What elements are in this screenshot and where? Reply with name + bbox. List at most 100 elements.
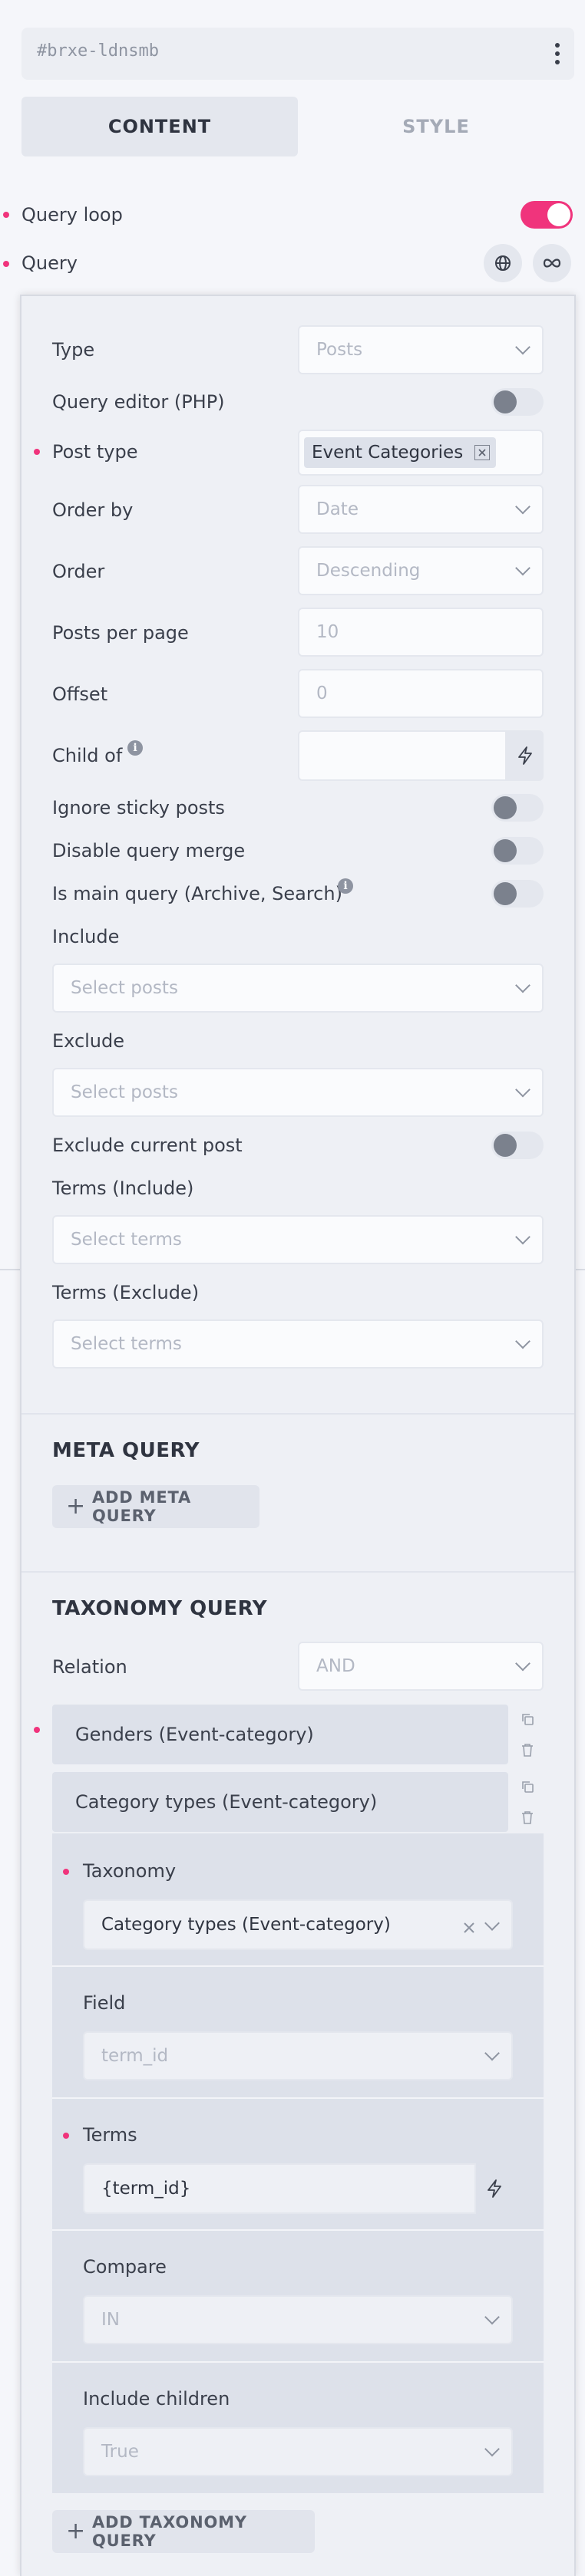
child-of-label: Child of [52, 745, 123, 766]
compare-value: IN [101, 2310, 120, 2330]
required-dot [63, 2133, 69, 2139]
chevron-down-icon [484, 2045, 500, 2061]
tab-content[interactable]: CONTENT [21, 97, 298, 156]
info-icon[interactable]: i [338, 878, 353, 894]
include-children-value: True [101, 2442, 139, 2462]
taxonomy-item[interactable]: Genders (Event-category) [52, 1705, 508, 1764]
chevron-down-icon [484, 1916, 500, 1931]
post-type-label: Post type [52, 441, 138, 463]
is-main-query-toggle[interactable] [491, 880, 544, 908]
plus-icon: + [66, 2518, 86, 2545]
divider [52, 1965, 544, 1967]
dynamic-data-button[interactable] [507, 730, 544, 781]
include-placeholder: Select posts [71, 978, 178, 998]
child-of-input[interactable] [298, 730, 507, 781]
tab-content-label: CONTENT [107, 116, 212, 137]
required-dot [3, 261, 9, 267]
terms-include-select[interactable]: Select terms [52, 1215, 544, 1264]
taxonomy-label: Taxonomy [83, 1860, 177, 1882]
exclude-select[interactable]: Select posts [52, 1068, 544, 1117]
include-label: Include [52, 926, 120, 947]
chevron-down-icon [515, 977, 530, 993]
compare-label: Compare [83, 2256, 167, 2278]
copy-icon[interactable] [514, 1774, 540, 1800]
query-loop-label: Query loop [21, 204, 123, 226]
compare-select[interactable]: IN [83, 2295, 513, 2344]
exclude-label: Exclude [52, 1030, 125, 1052]
relation-label: Relation [52, 1656, 127, 1678]
terms-exclude-select[interactable]: Select terms [52, 1319, 544, 1369]
terms-exclude-placeholder: Select terms [71, 1334, 182, 1354]
required-dot [34, 1727, 40, 1733]
taxonomy-select[interactable]: Category types (Event-category) [83, 1899, 513, 1950]
globe-icon[interactable] [484, 244, 522, 282]
relation-value: AND [316, 1656, 355, 1676]
post-type-select[interactable]: Event Categories [298, 430, 544, 476]
dynamic-data-button[interactable] [476, 2163, 513, 2214]
post-type-tag[interactable]: Event Categories [304, 437, 496, 468]
taxonomy-item[interactable]: Category types (Event-category) [52, 1772, 508, 1832]
add-meta-query-label: ADD META QUERY [92, 1488, 192, 1525]
offset-input[interactable]: 0 [298, 669, 544, 718]
required-dot [63, 1869, 69, 1875]
trash-icon[interactable] [514, 1804, 540, 1830]
query-label: Query [21, 252, 78, 274]
terms-label: Terms [83, 2124, 137, 2146]
terms-include-label: Terms (Include) [52, 1178, 194, 1199]
posts-per-page-label: Posts per page [52, 622, 189, 644]
order-by-select[interactable]: Date [298, 485, 544, 534]
post-type-tag-label: Event Categories [312, 443, 464, 463]
disable-merge-toggle[interactable] [491, 837, 544, 865]
add-taxonomy-query-button[interactable]: + ADD TAXONOMY QUERY [52, 2510, 315, 2553]
required-dot [3, 212, 9, 218]
order-by-value: Date [316, 499, 359, 519]
divider [52, 2097, 544, 2099]
bolt-icon [488, 2179, 501, 2198]
type-label: Type [52, 339, 95, 361]
tab-style[interactable]: STYLE [298, 97, 574, 156]
include-children-select[interactable]: True [83, 2427, 513, 2476]
chevron-down-icon [484, 2441, 500, 2457]
order-by-label: Order by [52, 499, 134, 521]
field-select[interactable]: term_id [83, 2031, 513, 2080]
posts-per-page-placeholder: 10 [316, 622, 339, 642]
divider [21, 1413, 574, 1415]
offset-placeholder: 0 [316, 684, 328, 703]
bolt-icon [518, 746, 532, 765]
taxonomy-query-title: TAXONOMY QUERY [52, 1597, 268, 1620]
close-icon[interactable] [474, 445, 490, 460]
relation-select[interactable]: AND [298, 1642, 544, 1691]
include-children-label: Include children [83, 2388, 230, 2410]
posts-per-page-input[interactable]: 10 [298, 608, 544, 657]
include-select[interactable]: Select posts [52, 964, 544, 1013]
infinity-icon[interactable] [533, 244, 571, 282]
copy-icon[interactable] [514, 1706, 540, 1732]
info-icon[interactable]: i [127, 740, 143, 756]
element-id: #brxe-ldnsmb [37, 41, 159, 61]
query-editor-toggle[interactable] [491, 388, 544, 416]
divider [52, 2361, 544, 2363]
type-select[interactable]: Posts [298, 325, 544, 374]
terms-value: {term_id} [101, 2179, 191, 2199]
disable-merge-label: Disable query merge [52, 840, 246, 861]
terms-input[interactable]: {term_id} [83, 2163, 476, 2214]
exclude-current-toggle[interactable] [491, 1132, 544, 1159]
chevron-down-icon [515, 1333, 530, 1349]
exclude-current-label: Exclude current post [52, 1135, 243, 1156]
meta-query-title: META QUERY [52, 1439, 200, 1462]
element-id-bar[interactable]: #brxe-ldnsmb [21, 28, 574, 80]
clear-icon[interactable] [462, 1918, 476, 1939]
field-value: term_id [101, 2046, 169, 2066]
query-loop-toggle[interactable] [521, 201, 573, 229]
chevron-down-icon [515, 560, 530, 576]
chevron-down-icon [515, 339, 530, 355]
add-meta-query-button[interactable]: + ADD META QUERY [52, 1485, 259, 1528]
more-vertical-icon[interactable] [554, 41, 560, 66]
plus-icon: + [66, 1493, 86, 1520]
tab-style-label: STYLE [402, 116, 470, 137]
query-editor-label: Query editor (PHP) [52, 391, 225, 413]
taxonomy-item-label: Category types (Event-category) [75, 1791, 378, 1813]
trash-icon[interactable] [514, 1737, 540, 1763]
ignore-sticky-toggle[interactable] [491, 794, 544, 822]
order-select[interactable]: Descending [298, 546, 544, 595]
